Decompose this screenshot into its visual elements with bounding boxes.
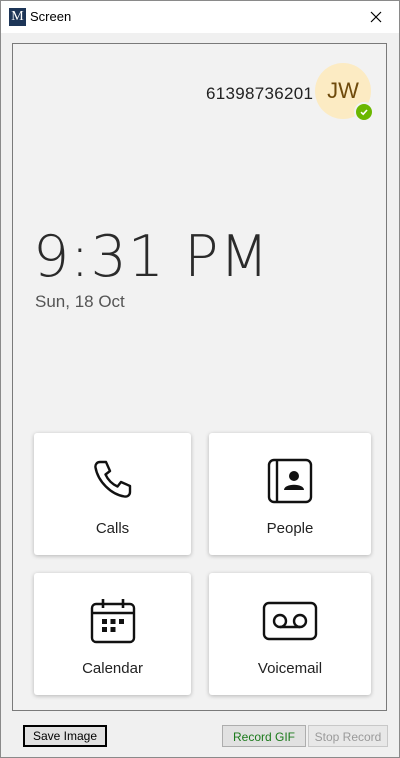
app-logo-icon: M [9,8,26,26]
calls-tile[interactable]: Calls [34,433,191,555]
calendar-icon [90,599,135,644]
people-label: People [266,520,314,537]
phone-icon [93,460,131,498]
calendar-label: Calendar [82,660,143,677]
app-window: M Screen 61398736201 JW 9:31 PM Sun, 18 … [0,0,400,758]
contact-book-icon [267,458,313,504]
device-screen: 61398736201 JW 9:31 PM Sun, 18 Oct Calls… [12,43,387,711]
title-bar: M Screen [1,1,399,33]
presence-badge [354,102,374,122]
voicemail-tile[interactable]: Voicemail [209,573,371,695]
close-button[interactable] [353,1,399,33]
people-tile[interactable]: People [209,433,371,555]
calls-label: Calls [95,520,130,537]
stop-record-button[interactable]: Stop Record [308,725,388,747]
clock-time: 9:31 PM [33,224,270,290]
phone-number: 61398736201 [206,84,314,103]
voicemail-label: Voicemail [257,660,323,677]
calendar-tile[interactable]: Calendar [34,573,191,695]
window-title: Screen [30,9,72,24]
clock-date: Sun, 18 Oct [35,292,125,311]
save-image-button[interactable]: Save Image [23,725,107,747]
record-gif-button[interactable]: Record GIF [222,725,306,747]
close-icon [370,11,382,23]
voicemail-icon [262,601,318,641]
checkmark-icon [360,109,368,116]
